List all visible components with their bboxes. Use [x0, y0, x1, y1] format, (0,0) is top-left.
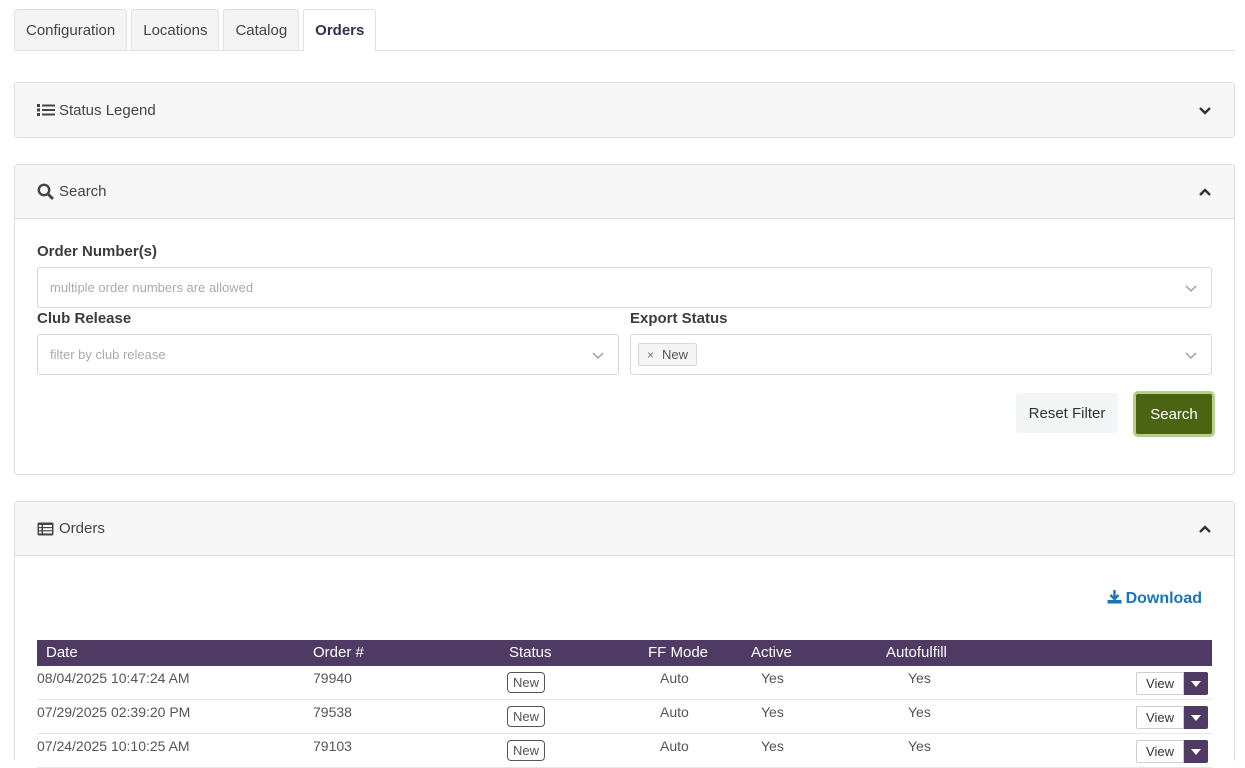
cell-ff-mode: Auto	[660, 738, 689, 754]
club-release-label: Club Release	[37, 310, 132, 327]
status-legend-title: Status Legend	[59, 101, 156, 119]
chevron-down-icon	[1185, 349, 1197, 361]
view-button[interactable]: View	[1136, 740, 1184, 763]
search-icon	[37, 183, 55, 200]
search-panel: Search Order Number(s) multiple order nu…	[14, 164, 1235, 475]
tab-bar: Configuration Locations Catalog Orders	[14, 9, 1235, 51]
caret-down-icon[interactable]	[1184, 740, 1208, 763]
status-badge: New	[507, 706, 546, 727]
reset-filter-button[interactable]: Reset Filter	[1016, 393, 1118, 433]
caret-down-icon[interactable]	[1184, 706, 1208, 729]
download-icon	[1107, 589, 1122, 609]
download-label: Download	[1125, 590, 1202, 607]
list-icon	[37, 102, 55, 118]
table-row: 08/04/2025 10:47:24 AM 79940 New Auto Ye…	[37, 666, 1212, 700]
col-date[interactable]: Date	[46, 644, 78, 661]
chevron-up-icon[interactable]	[1198, 522, 1212, 536]
order-numbers-placeholder: multiple order numbers are allowed	[50, 280, 254, 295]
club-release-placeholder: filter by club release	[50, 347, 166, 362]
status-badge: New	[507, 740, 546, 761]
order-numbers-select[interactable]: multiple order numbers are allowed	[37, 267, 1212, 308]
chevron-down-icon	[1185, 282, 1197, 294]
tag-remove-icon[interactable]: ×	[647, 348, 654, 362]
cell-active: Yes	[761, 670, 784, 686]
chevron-up-icon[interactable]	[1198, 185, 1212, 199]
tab-orders[interactable]: Orders	[303, 9, 377, 51]
cell-ff-mode: Auto	[660, 704, 689, 720]
status-badge: New	[507, 672, 546, 693]
col-ff-mode[interactable]: FF Mode	[648, 644, 708, 661]
cell-autofulfill: Yes	[908, 738, 931, 754]
export-status-tag-label: New	[662, 347, 689, 362]
cell-active: Yes	[761, 704, 784, 720]
cell-autofulfill: Yes	[908, 670, 931, 686]
cell-active: Yes	[761, 738, 784, 754]
orders-header[interactable]: Orders	[15, 502, 1234, 556]
row-actions: View	[1136, 672, 1208, 695]
cell-order-number: 79538	[313, 704, 352, 720]
order-numbers-label: Order Number(s)	[37, 243, 158, 260]
cell-ff-mode: Auto	[660, 670, 689, 686]
row-actions: View	[1136, 740, 1208, 763]
table-row: 07/29/2025 02:39:20 PM 79538 New Auto Ye…	[37, 700, 1212, 734]
table-header: Date Order # Status FF Mode Active Autof…	[37, 640, 1212, 666]
status-legend-header[interactable]: Status Legend	[15, 83, 1234, 137]
search-button[interactable]: Search	[1133, 391, 1215, 437]
cell-date: 08/04/2025 10:47:24 AM	[37, 670, 190, 686]
export-status-select[interactable]: × New	[630, 334, 1212, 375]
search-header[interactable]: Search	[15, 165, 1234, 219]
export-status-tag: × New	[638, 343, 698, 366]
row-actions: View	[1136, 706, 1208, 729]
table-list-icon	[37, 521, 55, 537]
tab-locations[interactable]: Locations	[131, 9, 220, 50]
chevron-down-icon[interactable]	[1198, 103, 1212, 117]
col-autofulfill[interactable]: Autofulfill	[886, 644, 947, 661]
tab-catalog[interactable]: Catalog	[223, 9, 300, 50]
cell-date: 07/24/2025 10:10:25 AM	[37, 738, 190, 754]
view-button[interactable]: View	[1136, 672, 1184, 695]
export-status-label: Export Status	[630, 310, 728, 327]
cell-order-number: 79940	[313, 670, 352, 686]
table-row: 07/24/2025 10:10:25 AM 79103 New Auto Ye…	[37, 734, 1212, 768]
cell-date: 07/29/2025 02:39:20 PM	[37, 704, 191, 720]
col-status[interactable]: Status	[509, 644, 552, 661]
tab-configuration[interactable]: Configuration	[14, 9, 128, 50]
orders-title: Orders	[59, 520, 105, 537]
cell-autofulfill: Yes	[908, 704, 931, 720]
col-order-number[interactable]: Order #	[313, 644, 364, 661]
download-link[interactable]: Download	[1107, 589, 1202, 609]
orders-panel: Orders Download Date Order # Status FF M…	[14, 501, 1235, 768]
caret-down-icon[interactable]	[1184, 672, 1208, 695]
cell-order-number: 79103	[313, 738, 352, 754]
view-button[interactable]: View	[1136, 706, 1184, 729]
search-title: Search	[59, 183, 107, 200]
status-legend-panel: Status Legend	[14, 82, 1235, 138]
chevron-down-icon	[592, 349, 604, 361]
col-active[interactable]: Active	[751, 644, 792, 661]
club-release-select[interactable]: filter by club release	[37, 334, 619, 375]
